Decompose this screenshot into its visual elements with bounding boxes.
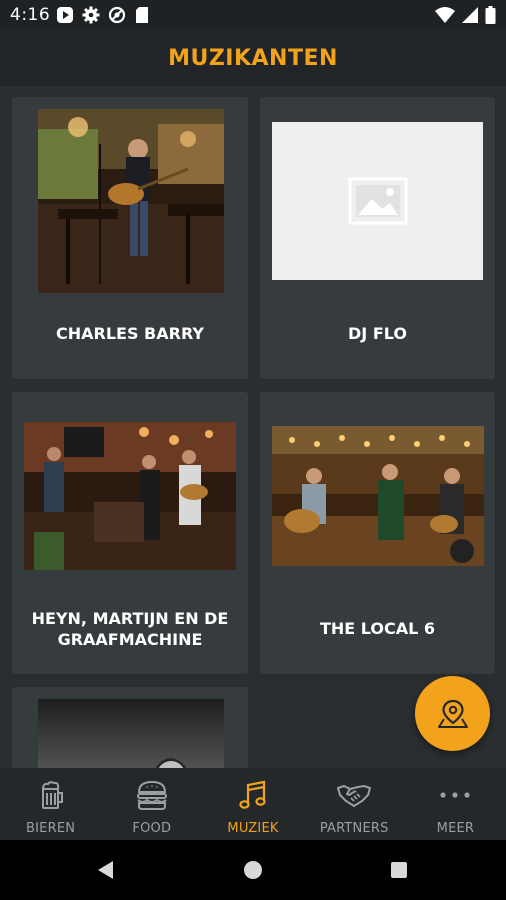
beer-mug-icon	[41, 781, 63, 809]
nav-label: MUZIEK	[227, 821, 279, 836]
signal-icon	[462, 7, 478, 23]
status-bar: 4:16	[0, 0, 506, 30]
play-icon	[57, 7, 73, 23]
vpn-icon	[108, 6, 126, 24]
app-header: MUZIKANTEN	[0, 30, 506, 86]
musician-card-charles-barry[interactable]: CHARLES BARRY	[12, 97, 248, 379]
sd-card-icon	[136, 7, 148, 23]
handshake-icon	[337, 785, 372, 807]
nav-item-meer[interactable]: MEER	[405, 768, 506, 840]
home-icon[interactable]	[243, 860, 263, 880]
recents-icon[interactable]	[390, 861, 408, 879]
musician-name: HEYN, MARTIJN EN DE GRAAFMACHINE	[31, 609, 229, 649]
musician-card-heyn-martijn[interactable]: HEYN, MARTIJN EN DE GRAAFMACHINE	[12, 392, 248, 674]
musician-card-dj-flo[interactable]: DJ FLO	[260, 97, 495, 379]
back-icon[interactable]	[95, 859, 117, 881]
bottom-nav: BIEREN FOOD MUZIEK PARTNERS MEER	[0, 768, 506, 840]
map-pin-icon	[437, 699, 468, 728]
musician-name: THE LOCAL 6	[319, 619, 436, 638]
image-placeholder	[272, 122, 483, 280]
wifi-icon	[435, 7, 455, 23]
status-time: 4:16	[10, 5, 51, 25]
nav-item-food[interactable]: FOOD	[101, 768, 202, 840]
page-title: MUZIKANTEN	[168, 45, 338, 71]
nav-item-bieren[interactable]: BIEREN	[0, 768, 101, 840]
nav-label: PARTNERS	[319, 821, 389, 836]
nav-item-muziek[interactable]: MUZIEK	[202, 768, 303, 840]
burger-icon	[136, 780, 167, 810]
nav-label: FOOD	[132, 821, 172, 836]
more-dots-icon	[440, 792, 471, 798]
nav-item-partners[interactable]: PARTNERS	[304, 768, 405, 840]
music-note-icon	[239, 780, 266, 809]
nav-label: BIEREN	[26, 821, 76, 836]
musician-photo	[272, 426, 484, 566]
nav-label: MEER	[436, 821, 475, 836]
musician-photo	[24, 422, 236, 570]
musician-grid: CHARLES BARRY DJ FLO HEYN, MARTIJN EN DE…	[0, 86, 506, 768]
map-fab-button[interactable]	[415, 676, 490, 751]
musician-photo	[38, 109, 224, 293]
system-nav-bar	[0, 840, 506, 900]
musician-name: CHARLES BARRY	[56, 324, 204, 343]
musician-card-5[interactable]	[12, 687, 248, 768]
battery-icon	[485, 6, 496, 24]
musician-photo	[38, 699, 224, 768]
musician-card-the-local-6[interactable]: THE LOCAL 6	[260, 392, 495, 674]
image-placeholder-icon	[348, 177, 407, 225]
musician-name: DJ FLO	[348, 324, 407, 343]
gear-icon	[82, 6, 100, 24]
